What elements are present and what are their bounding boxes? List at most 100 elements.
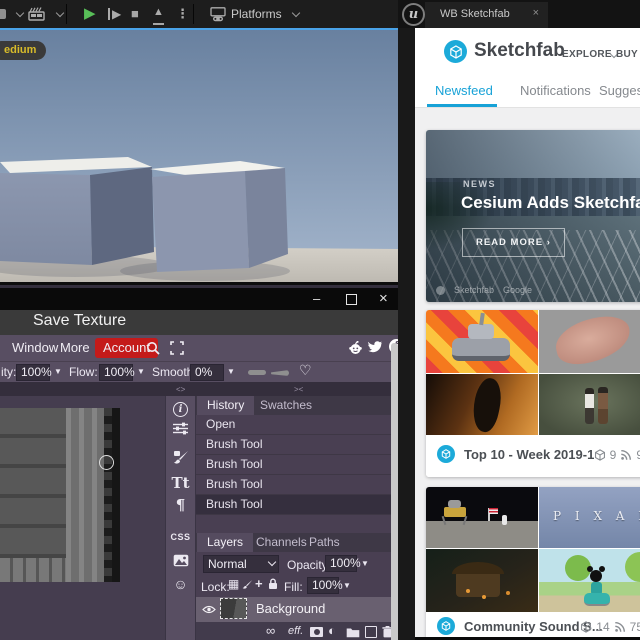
tab-close-icon[interactable]: × xyxy=(533,7,539,19)
lock-transparency-icon[interactable]: ▦ xyxy=(228,577,239,591)
scrollbar-thumb[interactable] xyxy=(391,343,398,640)
brush-panel-icon[interactable] xyxy=(166,450,195,465)
minimize-button[interactable]: – xyxy=(313,288,320,310)
new-group-icon[interactable] xyxy=(346,627,360,638)
mickey-thumbnail[interactable] xyxy=(539,549,640,612)
collapse-right-handle[interactable]: >< xyxy=(294,385,303,394)
cinematics-icon[interactable] xyxy=(28,7,47,21)
twitter-icon[interactable] xyxy=(368,341,383,354)
search-icon[interactable] xyxy=(146,341,161,356)
stroke-taper-icon[interactable] xyxy=(271,370,289,376)
menu-window[interactable]: Window xyxy=(12,335,58,361)
collapse-left-handle[interactable]: <> xyxy=(176,385,185,394)
flow-value[interactable]: 100% xyxy=(99,364,135,381)
fill-value[interactable]: 100% xyxy=(307,577,343,594)
image-panel-icon[interactable] xyxy=(166,554,195,567)
blend-mode-select[interactable]: Normal xyxy=(203,555,279,573)
pixar-thumbnail[interactable]: P I X A R xyxy=(539,487,640,548)
maximize-button[interactable] xyxy=(346,294,357,305)
lock-paint-icon[interactable] xyxy=(242,579,253,590)
stroke-preview-icon[interactable] xyxy=(248,370,266,375)
emoji-panel-icon[interactable]: ☺ xyxy=(166,576,195,592)
lock-position-icon[interactable]: + xyxy=(255,576,263,591)
info-icon[interactable]: i xyxy=(166,399,195,417)
layer-mask-icon[interactable] xyxy=(310,627,323,637)
read-more-button[interactable]: READ MORE › xyxy=(462,228,565,257)
chevron-down-icon[interactable] xyxy=(291,8,301,18)
chevron-down-icon[interactable] xyxy=(55,8,65,18)
smooth-value[interactable]: 0% xyxy=(190,364,224,381)
play-button[interactable]: ▶ xyxy=(84,0,96,28)
more-options-dots[interactable]: ⋮ xyxy=(176,0,189,28)
card-counts: 9 9 xyxy=(594,448,640,462)
layer-opacity-value[interactable]: 100% xyxy=(325,555,361,572)
tab-suggestions[interactable]: Suggestions xyxy=(599,83,640,98)
chevron-down-icon[interactable] xyxy=(15,8,25,18)
nav-explore[interactable]: EXPLORE xyxy=(562,49,612,60)
step-forward-button[interactable]: ▶ xyxy=(112,0,121,28)
layer-row-background[interactable]: Background xyxy=(196,597,392,622)
tank-thumbnail[interactable] xyxy=(426,310,538,373)
layer-effects-icon[interactable]: eff. xyxy=(288,625,303,637)
sketchfab-logo-icon[interactable] xyxy=(444,40,467,63)
tab-paths[interactable]: Paths xyxy=(299,533,350,552)
adjustment-layer-icon[interactable]: ◐ xyxy=(328,623,336,638)
texture-canvas[interactable] xyxy=(0,408,120,582)
link-layers-icon[interactable]: ∞ xyxy=(266,623,275,638)
platforms-button[interactable]: Platforms xyxy=(231,7,282,21)
avatar[interactable] xyxy=(437,445,455,463)
panel-resize-strip: <> >< xyxy=(0,382,398,396)
card-title[interactable]: Top 10 - Week 2019-1 xyxy=(464,447,594,462)
css-panel-icon[interactable]: CSS xyxy=(166,532,195,542)
underwater-thumbnail[interactable] xyxy=(426,549,538,612)
layer-name[interactable]: Background xyxy=(256,601,325,616)
heart-icon[interactable]: ♡ xyxy=(299,362,312,379)
tab-history[interactable]: History xyxy=(197,396,255,415)
characters-thumbnail[interactable] xyxy=(539,374,640,435)
3d-viewport[interactable]: edium xyxy=(0,28,398,285)
history-step[interactable]: Open xyxy=(196,415,392,435)
step-forward-icon-bar[interactable] xyxy=(108,8,110,20)
text-panel-icon[interactable]: Tt xyxy=(166,474,195,492)
history-step-selected[interactable]: Brush Tool xyxy=(196,495,392,515)
tab-notifications[interactable]: Notifications xyxy=(520,83,591,98)
platforms-icon[interactable] xyxy=(209,7,227,22)
feed-card[interactable]: P I X A R xyxy=(426,487,640,640)
lock-all-icon[interactable] xyxy=(268,578,278,590)
avatar[interactable] xyxy=(437,617,455,635)
history-step[interactable]: Brush Tool xyxy=(196,455,392,475)
dropdown-arrow-icon[interactable]: ▼ xyxy=(227,367,235,376)
layer-thumbnail[interactable] xyxy=(220,598,247,619)
document-titlebar: Save Texture xyxy=(0,310,398,335)
news-card[interactable]: NEWS Cesium Adds Sketchfa READ MORE › Sk… xyxy=(426,130,640,302)
new-layer-icon[interactable] xyxy=(365,626,377,638)
eject-button[interactable]: ▲ xyxy=(153,1,164,25)
close-button[interactable]: × xyxy=(379,288,388,310)
menu-more[interactable]: More xyxy=(60,335,90,361)
opacity-value[interactable]: 100% xyxy=(16,364,52,381)
history-step[interactable]: Brush Tool xyxy=(196,475,392,495)
stop-button[interactable]: ■ xyxy=(131,0,139,28)
fullscreen-icon[interactable] xyxy=(170,341,184,355)
news-title[interactable]: Cesium Adds Sketchfa xyxy=(461,193,640,213)
tab-newsfeed[interactable]: Newsfeed xyxy=(435,83,493,98)
dropdown-arrow-icon[interactable]: ▼ xyxy=(343,581,351,590)
adjustments-icon[interactable] xyxy=(166,422,195,435)
moon-lander-thumbnail[interactable] xyxy=(426,487,538,548)
feed-card[interactable]: Top 10 - Week 2019-1 9 9 xyxy=(426,310,640,477)
reddit-icon[interactable] xyxy=(348,341,363,355)
clipped-tool-icon[interactable] xyxy=(0,9,6,19)
tab-layers[interactable]: Layers xyxy=(197,533,254,552)
ear-thumbnail[interactable] xyxy=(539,310,640,373)
dropdown-arrow-icon[interactable]: ▼ xyxy=(137,367,145,376)
dropdown-arrow-icon[interactable]: ▼ xyxy=(54,367,62,376)
browser-tab[interactable]: WB Sketchfab × xyxy=(425,2,548,28)
dropdown-arrow-icon[interactable]: ▼ xyxy=(361,559,369,568)
fantasy-thumbnail[interactable] xyxy=(426,374,538,435)
history-step[interactable]: Brush Tool xyxy=(196,435,392,455)
nav-buy-models[interactable]: BUY 3D M xyxy=(616,49,640,60)
paragraph-panel-icon[interactable]: ¶ xyxy=(166,496,195,514)
tab-swatches[interactable]: Swatches xyxy=(250,396,322,415)
brand-title[interactable]: Sketchfab xyxy=(474,40,565,62)
eye-icon[interactable] xyxy=(202,605,216,614)
